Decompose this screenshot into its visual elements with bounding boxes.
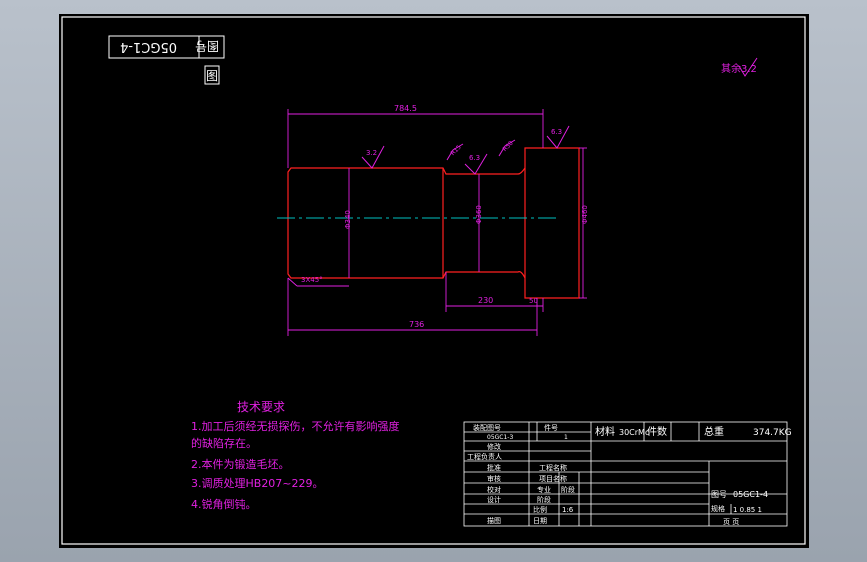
tb-qty-label: 件数 <box>647 425 667 438</box>
tb-pages: 页 页 <box>723 518 739 526</box>
roughness-note: 其余3.2 <box>721 62 757 75</box>
tb-engineer: 工程负责人 <box>467 452 502 461</box>
tech-line-2: 的缺陷存在。 <box>191 436 257 450</box>
tb-project-item: 项目名称 <box>539 474 567 483</box>
drawing-no-rotated: 05GC1-4 <box>120 39 177 54</box>
tb-draw: 描图 <box>487 516 501 525</box>
dim-230: 230 <box>478 296 493 305</box>
title-block-text: 装配图号 件号 05GC1-3 1 材料 30CrMo 件数 总重 374.7K… <box>467 423 792 526</box>
tb-material-label: 材料 <box>595 425 615 438</box>
tb-material-value: 30CrMo <box>619 428 650 437</box>
cad-canvas[interactable]: 05GC1-4 图号 图 其余3.2 784.5 736 230 50 3X45… <box>59 14 809 548</box>
tech-line-3: 2.本件为锻造毛坯。 <box>191 457 290 471</box>
tb-check: 审核 <box>487 474 501 483</box>
tech-requirements: 技术要求 1.加工后须经无损探伤，不允许有影响强度 的缺陷存在。 2.本件为锻造… <box>191 400 400 511</box>
dim-784: 784.5 <box>394 104 417 113</box>
tb-project-name: 工程名称 <box>539 463 567 472</box>
tb-weight-label: 总重 <box>704 425 724 438</box>
drawing-sheet[interactable]: 05GC1-4 图号 图 其余3.2 784.5 736 230 50 3X45… <box>59 14 809 548</box>
tb-assembly-value: 05GC1-3 <box>487 434 513 441</box>
tb-date-label: 日期 <box>533 517 547 525</box>
dim-phi-right: Φ460 <box>581 205 589 224</box>
tech-line-1: 1.加工后须经无损探伤，不允许有影响强度 <box>191 419 400 433</box>
roughness-r2: 6.3 <box>469 154 480 162</box>
tech-line-5: 4.锐角倒钝。 <box>191 497 257 511</box>
tb-sheet-value: 1 0.85 1 <box>733 506 762 514</box>
tb-revise: 修改 <box>487 442 501 451</box>
tb-scale-value: 1:6 <box>562 506 574 514</box>
dim-phi-mid: Φ360 <box>475 205 483 224</box>
dim-phi-left: Φ340 <box>344 210 352 229</box>
tb-dwg-value: 05GC1-4 <box>733 490 768 499</box>
dim-50: 50 <box>529 297 538 305</box>
tech-title: 技术要求 <box>237 400 285 414</box>
roughness-r3: 6.3 <box>551 128 562 136</box>
dim-chamfer: 3X45° <box>301 276 323 284</box>
tb-weight-value: 374.7KG <box>753 428 792 438</box>
view-label: 图 <box>206 69 218 83</box>
tb-approve: 批准 <box>487 463 501 472</box>
tech-line-4: 3.调质处理HB207~229。 <box>191 477 324 490</box>
drawing-no-label: 图号 <box>195 39 219 53</box>
outer-frame <box>61 16 806 545</box>
tb-sheet-label: 规格 <box>711 504 725 513</box>
tb-review: 校对 <box>487 485 501 494</box>
dimension-lines <box>287 109 587 336</box>
tb-assembly-label: 装配图号 <box>473 423 501 432</box>
dim-736: 736 <box>409 320 424 329</box>
tb-part-label: 件号 <box>544 423 558 432</box>
roughness-r1: 3.2 <box>366 149 377 157</box>
tb-scale-label: 比例 <box>533 505 547 514</box>
tb-design: 设计 <box>487 495 501 504</box>
roughness-marks <box>361 125 570 175</box>
tb-stage-b: 阶段 <box>561 485 575 494</box>
shaft-outline <box>287 147 580 299</box>
tb-dwg-label: 图号 <box>711 490 727 499</box>
tb-part-value: 1 <box>564 434 568 441</box>
tb-stage-c: 阶段 <box>537 495 551 504</box>
tb-stage-a: 专业 <box>537 485 551 494</box>
